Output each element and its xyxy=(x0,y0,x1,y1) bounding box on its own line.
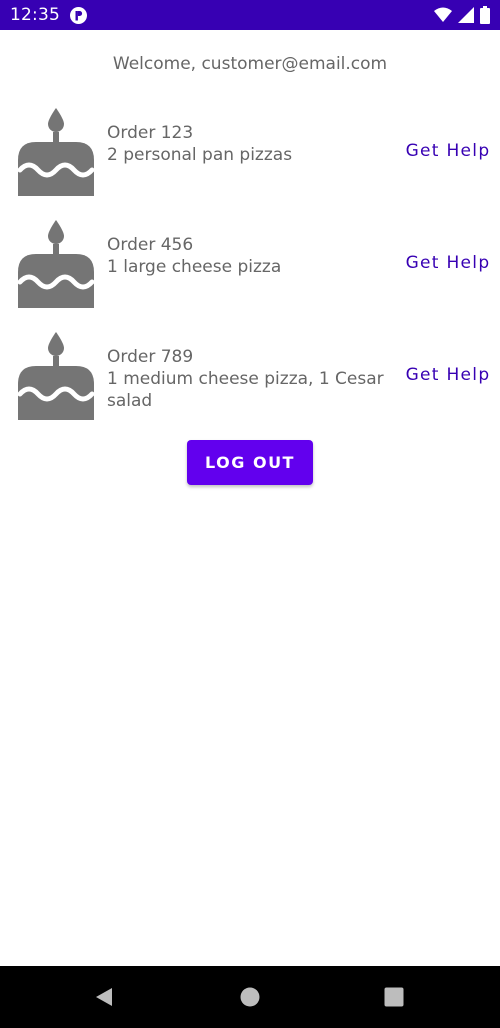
get-help-button[interactable]: Get Help xyxy=(400,252,496,274)
order-row: Order 456 1 large cheese pizza Get Help xyxy=(0,212,500,312)
get-help-button[interactable]: Get Help xyxy=(400,140,496,162)
logout-button[interactable]: LOG OUT xyxy=(187,440,313,485)
back-icon[interactable] xyxy=(94,986,116,1008)
status-bar: 12:35 xyxy=(0,0,500,30)
order-description: 2 personal pan pizzas xyxy=(107,145,293,165)
wifi-icon xyxy=(434,7,452,27)
order-description: 1 large cheese pizza xyxy=(107,257,282,277)
welcome-text: Welcome, customer@email.com xyxy=(112,54,388,74)
cake-icon xyxy=(16,332,96,420)
order-title: Order 789 xyxy=(107,347,194,367)
status-time: 12:35 xyxy=(10,5,60,25)
order-description: 1 medium cheese pizza, 1 Cesar salad xyxy=(107,369,384,411)
cake-icon xyxy=(16,220,96,308)
battery-icon xyxy=(480,6,490,28)
recents-icon[interactable] xyxy=(383,986,405,1008)
order-title: Order 123 xyxy=(107,123,194,143)
get-help-button[interactable]: Get Help xyxy=(400,364,496,386)
home-icon[interactable] xyxy=(239,986,261,1008)
order-details: Order 456 1 large cheese pizza xyxy=(107,234,392,278)
order-row: Order 789 1 medium cheese pizza, 1 Cesar… xyxy=(0,324,500,424)
order-details: Order 789 1 medium cheese pizza, 1 Cesar… xyxy=(107,346,392,412)
signal-icon xyxy=(458,7,474,27)
order-row: Order 123 2 personal pan pizzas Get Help xyxy=(0,100,500,200)
notification-app-icon xyxy=(70,7,87,24)
navigation-bar xyxy=(0,966,500,1028)
order-details: Order 123 2 personal pan pizzas xyxy=(107,122,392,166)
cake-icon xyxy=(16,108,96,196)
order-title: Order 456 xyxy=(107,235,194,255)
